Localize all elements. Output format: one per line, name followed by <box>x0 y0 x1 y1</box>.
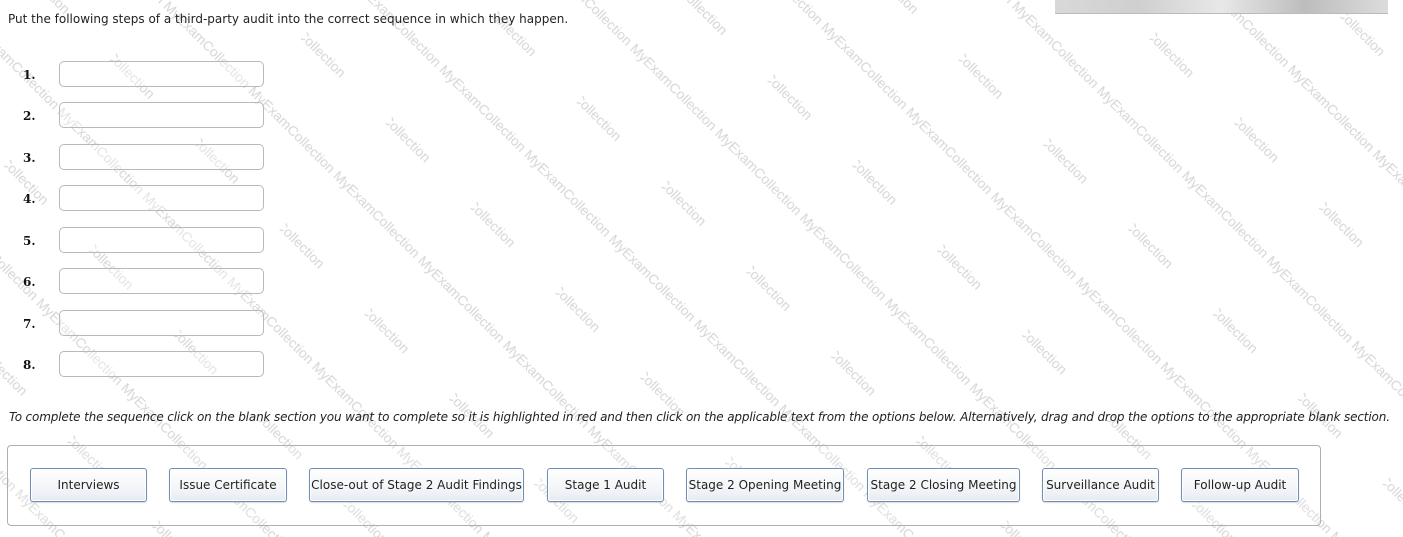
option-follow-up-audit[interactable]: Follow-up Audit <box>1181 468 1299 502</box>
slot-drop-box[interactable] <box>59 185 264 211</box>
slot-drop-box[interactable] <box>59 351 264 377</box>
slot-number: 4. <box>23 192 36 206</box>
slot-drop-box[interactable] <box>59 102 264 128</box>
option-stage-1-audit[interactable]: Stage 1 Audit <box>547 468 664 502</box>
option-surveillance-audit[interactable]: Surveillance Audit <box>1042 468 1159 502</box>
option-issue-certificate[interactable]: Issue Certificate <box>169 468 287 502</box>
option-interviews[interactable]: Interviews <box>30 468 147 502</box>
slot-drop-box[interactable] <box>59 61 264 87</box>
webcam-thumbnail-image <box>1055 0 1388 14</box>
question-text: Put the following steps of a third-party… <box>8 12 569 26</box>
options-panel: Interviews Issue Certificate Close-out o… <box>7 445 1321 526</box>
slot-drop-box[interactable] <box>59 268 264 294</box>
slot-number: 2. <box>23 109 36 123</box>
slot-number: 8. <box>23 358 36 372</box>
slot-drop-box[interactable] <box>59 227 264 253</box>
option-close-out-stage-2-findings[interactable]: Close-out of Stage 2 Audit Findings <box>309 468 524 502</box>
slot-number: 5. <box>23 234 36 248</box>
slot-drop-box[interactable] <box>59 144 264 170</box>
option-stage-2-opening-meeting[interactable]: Stage 2 Opening Meeting <box>686 468 844 502</box>
slot-number: 3. <box>23 151 36 165</box>
slot-number: 6. <box>23 275 36 289</box>
slot-drop-box[interactable] <box>59 310 264 336</box>
slot-number: 1. <box>23 68 36 82</box>
slot-number: 7. <box>23 317 36 331</box>
instructions-text: To complete the sequence click on the bl… <box>9 410 1390 424</box>
option-stage-2-closing-meeting[interactable]: Stage 2 Closing Meeting <box>867 468 1020 502</box>
